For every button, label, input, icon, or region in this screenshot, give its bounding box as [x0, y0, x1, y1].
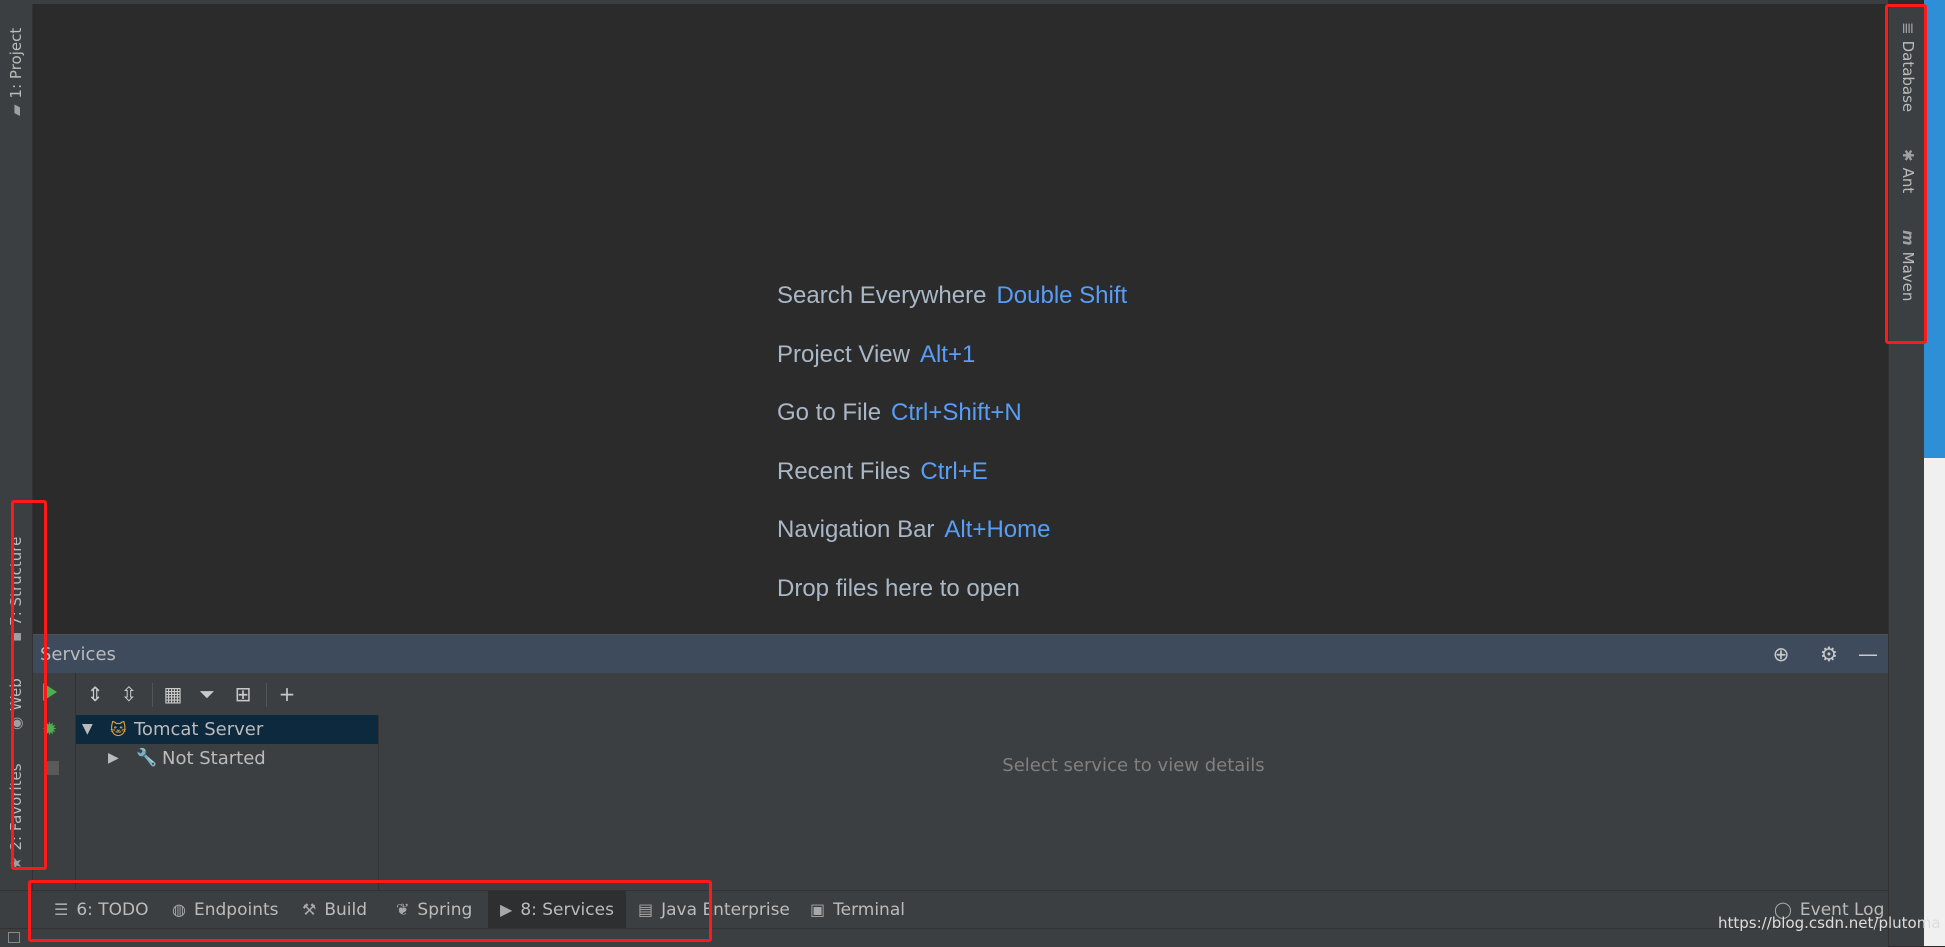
wrench-icon: 🔧 [136, 748, 158, 768]
services-title: Services [40, 644, 116, 665]
hint-label: Project View [777, 341, 910, 368]
collapse-triangle-icon[interactable]: ▼ [82, 715, 93, 744]
project-tool-button[interactable]: ▰ 1: Project [7, 28, 25, 116]
hint-navigation-bar: Navigation Bar Alt+Home [777, 516, 1050, 544]
hint-label: Navigation Bar [777, 516, 935, 543]
highlight-left-stripe [11, 500, 47, 870]
hint-shortcut: Alt+Home [944, 516, 1051, 543]
terminal-icon: ▣ [810, 900, 826, 919]
stop-icon[interactable] [45, 761, 59, 775]
tab-label: Terminal [833, 900, 905, 920]
hint-shortcut: Alt+1 [919, 341, 976, 368]
tomcat-icon: 🐱 [110, 720, 127, 739]
project-tool-label: 1: Project [7, 27, 25, 99]
collapse-all-icon[interactable]: ⇳ [116, 681, 142, 707]
services-tool-window: Services ⊕ ⚙ — ✹ ⇕ ⇳ ▦ ⏷ ⊞ + ▼ 🐱 Tomcat … [33, 634, 1888, 891]
toolbar-separator [152, 683, 153, 707]
crosshair-icon[interactable]: ⊕ [1768, 641, 1794, 667]
tree-node-tomcat-server[interactable]: ▼ 🐱 Tomcat Server [76, 715, 378, 744]
watermark: https://blog.csdn.net/plutoma [1718, 914, 1941, 932]
expand-triangle-icon[interactable]: ▶ [108, 744, 119, 773]
hint-recent-files: Recent Files Ctrl+E [777, 458, 988, 486]
hint-shortcut: Double Shift [996, 282, 1128, 309]
layout-toggle-icon[interactable] [8, 932, 20, 943]
highlight-right-stripe [1885, 4, 1927, 344]
expand-all-icon[interactable]: ⇕ [82, 681, 108, 707]
tree-node-label: Tomcat Server [134, 719, 264, 740]
services-toolbar: ⇕ ⇳ ▦ ⏷ ⊞ + [76, 673, 378, 715]
detail-placeholder: Select service to view details [1002, 755, 1265, 776]
group-by-icon[interactable]: ▦ [160, 681, 186, 707]
hint-shortcut: Ctrl+Shift+N [891, 399, 1022, 426]
filter-icon[interactable]: ⏷ [194, 681, 220, 707]
add-service-icon[interactable]: + [274, 681, 300, 707]
hint-label: Recent Files [777, 458, 911, 485]
new-tab-icon[interactable]: ⊞ [230, 681, 256, 707]
hint-label: Go to File [777, 399, 882, 426]
tree-node-not-started[interactable]: ▶ 🔧 Not Started [76, 744, 378, 773]
services-tree: ▼ 🐱 Tomcat Server ▶ 🔧 Not Started [76, 715, 379, 891]
hint-label: Search Everywhere [777, 282, 987, 309]
hint-go-to-file: Go to File Ctrl+Shift+N [777, 399, 1022, 427]
background-window [1924, 0, 1945, 946]
folder-icon: ▰ [7, 104, 25, 116]
gear-icon[interactable]: ⚙ [1816, 641, 1842, 667]
editor-empty-state: Search Everywhere Double Shift Project Vi… [33, 4, 1888, 633]
minimize-icon[interactable]: — [1855, 641, 1881, 667]
hint-project-view: Project View Alt+1 [777, 341, 975, 369]
highlight-bottom-tabs [28, 880, 712, 942]
background-window-titlebar [1924, 0, 1945, 458]
hint-search-everywhere: Search Everywhere Double Shift [777, 282, 1127, 310]
toolbar-separator [266, 683, 267, 707]
tab-terminal[interactable]: ▣ Terminal [804, 891, 911, 929]
services-header: Services ⊕ ⚙ — [33, 635, 1888, 673]
hint-shortcut: Ctrl+E [920, 458, 988, 485]
tree-node-label: Not Started [162, 748, 266, 769]
services-detail-pane: Select service to view details [379, 673, 1888, 891]
hint-drop-files: Drop files here to open [777, 575, 1020, 602]
